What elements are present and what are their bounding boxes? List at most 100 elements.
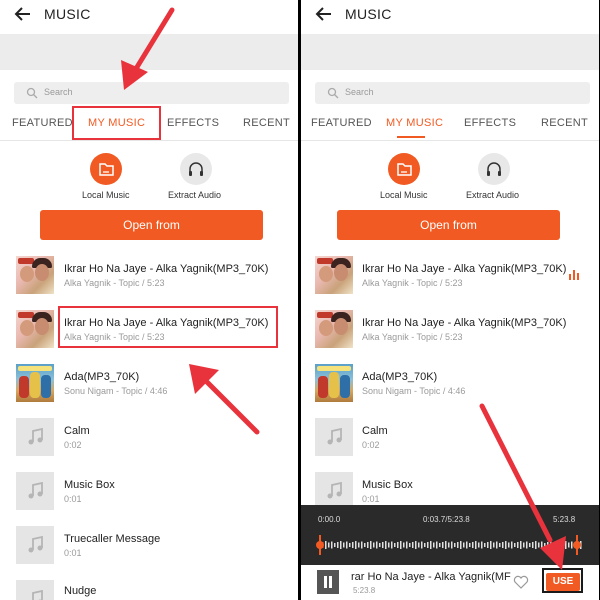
trim-start-handle[interactable] [316, 535, 324, 555]
local-music-button[interactable] [388, 153, 420, 185]
waveform-bar [394, 543, 396, 547]
waveform-bar [343, 542, 345, 548]
tab-effects[interactable]: EFFECTS [464, 117, 516, 129]
waveform-bar [457, 542, 459, 548]
track-subtitle: Sonu Nigam - Topic / 4:46 [64, 386, 168, 396]
waveform-bar [463, 542, 465, 548]
tab-active-indicator [397, 136, 425, 138]
waveform-bar [397, 542, 399, 548]
track-title: Calm [362, 425, 388, 437]
equalizer-icon [569, 270, 581, 280]
waveform-bar [391, 541, 393, 549]
waveform-bar [436, 541, 438, 549]
waveform-bar [442, 542, 444, 548]
open-from-button[interactable]: Open from [337, 210, 560, 240]
back-arrow-icon[interactable] [14, 3, 32, 25]
search-placeholder: Search [44, 87, 73, 97]
folder-icon [397, 163, 412, 176]
track-title: Truecaller Message [64, 533, 161, 545]
track-subtitle: 0:01 [362, 494, 380, 504]
extract-audio-button[interactable] [478, 153, 510, 185]
open-from-button[interactable]: Open from [40, 210, 263, 240]
track-subtitle: Alka Yagnik - Topic / 5:23 [362, 278, 463, 288]
waveform-bar [454, 543, 456, 547]
waveform-bar [421, 541, 423, 549]
waveform-bar [400, 541, 402, 549]
waveform-bar [352, 542, 354, 548]
album-art-placeholder [315, 418, 353, 456]
music-note-icon [32, 590, 43, 600]
tab-divider [0, 140, 298, 141]
album-art-placeholder [16, 418, 54, 456]
track-title: Calm [64, 425, 90, 437]
album-art [16, 256, 54, 294]
play-pause-button[interactable] [317, 570, 339, 594]
tab-my-music[interactable]: MY MUSIC [386, 117, 443, 129]
tab-bar: FEATURED MY MUSIC EFFECTS RECENT [301, 112, 599, 138]
tab-featured[interactable]: FEATURED [12, 117, 73, 129]
track-row[interactable]: Ikrar Ho Na Jaye - Alka Yagnik(MP3_70K) … [301, 304, 599, 354]
waveform-bar [427, 542, 429, 548]
track-title: Music Box [64, 479, 115, 491]
back-arrow-icon[interactable] [315, 3, 333, 25]
waveform-bar [445, 541, 447, 549]
search-input[interactable]: Search [315, 82, 590, 104]
waveform-bar [346, 541, 348, 549]
screen-right: MUSIC Search FEATURED MY MUSIC EFFECTS R… [301, 0, 599, 600]
waveform-bar [439, 543, 441, 547]
album-art-placeholder [16, 472, 54, 510]
music-note-icon [28, 428, 43, 445]
start-time: 0:00.0 [318, 515, 341, 524]
track-title: Nudge [64, 585, 97, 597]
waveform-bar [451, 541, 453, 549]
track-subtitle: Sonu Nigam - Topic / 4:46 [362, 386, 466, 396]
waveform-bar [430, 541, 432, 549]
tab-recent[interactable]: RECENT [541, 117, 588, 129]
waveform-bar [418, 542, 420, 548]
track-subtitle: Alka Yagnik - Topic / 5:23 [64, 278, 165, 288]
waveform-bar [331, 541, 333, 549]
annotation-arrow-use [479, 403, 566, 570]
track-row[interactable]: Ikrar Ho Na Jaye - Alka Yagnik(MP3_70K) … [0, 250, 298, 300]
waveform-bar [376, 541, 378, 549]
tab-recent[interactable]: RECENT [243, 117, 290, 129]
tab-effects[interactable]: EFFECTS [167, 117, 219, 129]
track-title: Ikrar Ho Na Jaye - Alka Yagnik(MP3_70K) [64, 263, 269, 275]
waveform-bar [340, 541, 342, 549]
highlight-box-tab [72, 106, 161, 140]
track-subtitle: 0:02 [362, 440, 380, 450]
track-title: Ikrar Ho Na Jaye - Alka Yagnik(MP3_70K) [362, 263, 567, 275]
local-music-button[interactable] [90, 153, 122, 185]
waveform-bar [364, 543, 366, 547]
tab-featured[interactable]: FEATURED [311, 117, 372, 129]
heart-icon[interactable] [513, 575, 529, 589]
annotation-arrow-up [189, 364, 260, 435]
track-row[interactable]: Truecaller Message 0:01 [0, 520, 298, 570]
headphones-icon [487, 162, 501, 176]
track-row[interactable]: Nudge [0, 574, 298, 600]
waveform-bar [382, 542, 384, 548]
album-art [16, 310, 54, 348]
track-subtitle: 0:02 [64, 440, 82, 450]
waveform-bar [424, 543, 426, 547]
track-row-playing[interactable]: Ikrar Ho Na Jaye - Alka Yagnik(MP3_70K) … [301, 250, 599, 300]
track-title: Ada(MP3_70K) [362, 371, 438, 383]
waveform-bar [334, 543, 336, 547]
album-art [315, 310, 353, 348]
track-row[interactable]: Music Box 0:01 [0, 466, 298, 516]
waveform-bar [370, 541, 372, 549]
extract-audio-label: Extract Audio [466, 190, 520, 200]
tab-divider [301, 140, 599, 141]
music-note-icon [327, 482, 342, 499]
page-title: MUSIC [345, 6, 392, 22]
waveform-bar [361, 541, 363, 549]
track-subtitle: 0:01 [64, 494, 82, 504]
headphones-icon [189, 162, 203, 176]
extract-audio-button[interactable] [180, 153, 212, 185]
track-subtitle: Alka Yagnik - Topic / 5:23 [362, 332, 463, 342]
album-art [315, 364, 353, 402]
waveform-bar [409, 543, 411, 547]
album-art [16, 364, 54, 402]
waveform-bar [385, 541, 387, 549]
app-header: MUSIC [301, 0, 599, 32]
